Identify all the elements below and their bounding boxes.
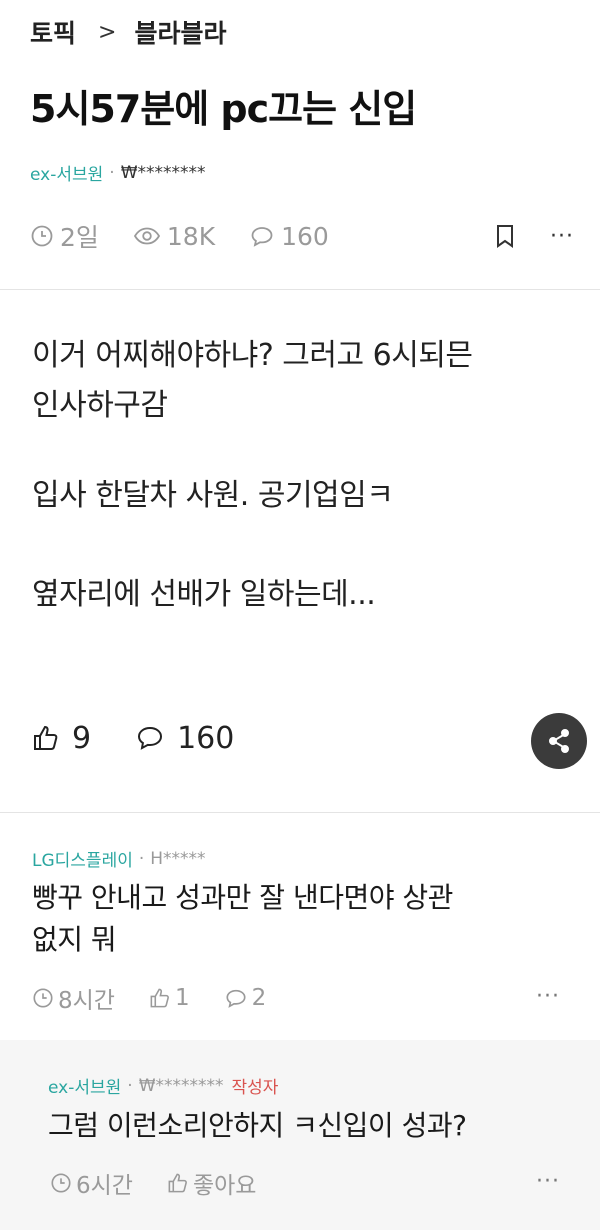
reply-age-value: 6시간 — [76, 1173, 133, 1199]
reply-like-label: 좋아요 — [192, 1173, 257, 1199]
comment-button[interactable]: 160 — [135, 721, 234, 756]
bookmark-icon[interactable] — [494, 223, 516, 249]
post-title: 5시57분에 pc끄는 신입 — [30, 87, 417, 131]
author-separator: · — [109, 162, 115, 183]
reply-author-separator: · — [127, 1075, 133, 1096]
clock-icon — [31, 225, 53, 247]
comment-company[interactable]: LG디스플레이 — [32, 846, 133, 871]
post-meta: 2일 18K 160 — [30, 218, 363, 254]
divider — [0, 289, 600, 290]
author-tag-badge: 작성자 — [231, 1078, 279, 1098]
comment-age: 8시간 — [32, 981, 115, 1015]
comment-text: 빵꾸 안내고 성과만 잘 낸다면야 상관 — [32, 881, 453, 914]
author-nickname: ₩******** — [120, 162, 206, 183]
comment-age-value: 8시간 — [58, 988, 115, 1014]
reply-meta: 6시간 좋아요 — [50, 1166, 290, 1200]
share-icon — [549, 729, 569, 753]
post-stats: 9 160 — [32, 716, 278, 760]
reply-company[interactable]: ex-서브원 — [48, 1073, 121, 1098]
reply-like-button[interactable]: 좋아요 — [167, 1166, 256, 1200]
comment-author-separator: · — [138, 848, 145, 869]
post-age-value: 2일 — [60, 223, 99, 252]
breadcrumb: 토픽 > 블라블라 — [30, 12, 226, 52]
post-body-line: 입사 한달차 사원. 공기업임ㅋ — [32, 478, 394, 513]
reply-more-button[interactable]: ··· — [536, 1169, 560, 1194]
clock-icon — [51, 1173, 71, 1193]
comment-like-count: 1 — [174, 985, 190, 1011]
reply-nickname: ₩******** — [138, 1075, 224, 1096]
post-views: 18K — [133, 222, 215, 251]
comment-icon — [251, 227, 273, 247]
reply-author: ex-서브원 · ₩******** 작성자 — [48, 1073, 279, 1099]
comment-text: 없지 뭐 — [32, 923, 117, 956]
clock-icon — [33, 988, 53, 1008]
comment-count: 160 — [177, 720, 235, 756]
comment-icon — [138, 726, 163, 750]
more-options-button[interactable]: ··· — [550, 224, 574, 249]
like-count: 9 — [72, 720, 92, 756]
post-comments-value: 160 — [281, 221, 329, 251]
author-company[interactable]: ex-서브원 — [30, 160, 103, 185]
post-age: 2일 — [30, 218, 99, 254]
comment-icon — [226, 989, 246, 1008]
reply-text: 그럼 이런소리안하지 ㅋ신입이 성과? — [48, 1109, 467, 1142]
comment-like-button[interactable]: 1 — [149, 985, 190, 1011]
post-body-line: 인사하구감 — [32, 388, 168, 423]
thumbs-up-icon — [34, 725, 58, 750]
thumbs-up-icon — [150, 988, 169, 1008]
post-actions: ··· — [494, 218, 574, 254]
like-button[interactable]: 9 — [32, 721, 91, 756]
breadcrumb-topic[interactable]: 블라블라 — [134, 14, 226, 50]
breadcrumb-separator-icon: > — [98, 19, 117, 45]
comment-reply-count: 2 — [251, 985, 267, 1011]
post-comments: 160 — [249, 222, 329, 251]
reply-age: 6시간 — [50, 1166, 133, 1200]
comment-reply-button[interactable]: 2 — [224, 985, 267, 1011]
comment-nickname: H***** — [150, 848, 206, 869]
post-views-value: 18K — [166, 221, 216, 251]
eye-icon — [133, 227, 160, 245]
comment-meta: 8시간 1 2 — [32, 981, 300, 1015]
post-body-line: 옆자리에 선배가 일하는데... — [32, 577, 376, 612]
post-author: ex-서브원 · ₩******** — [30, 160, 206, 186]
comment-more-button[interactable]: ··· — [536, 984, 560, 1009]
share-button[interactable] — [531, 713, 587, 769]
breadcrumb-section[interactable]: 토픽 — [30, 14, 76, 50]
divider — [0, 812, 600, 813]
post-body-line: 이거 어찌해야하냐? 그러고 6시되믄 — [32, 338, 473, 373]
thumbs-up-icon — [168, 1173, 187, 1193]
comment-author: LG디스플레이 · H***** — [32, 846, 206, 872]
